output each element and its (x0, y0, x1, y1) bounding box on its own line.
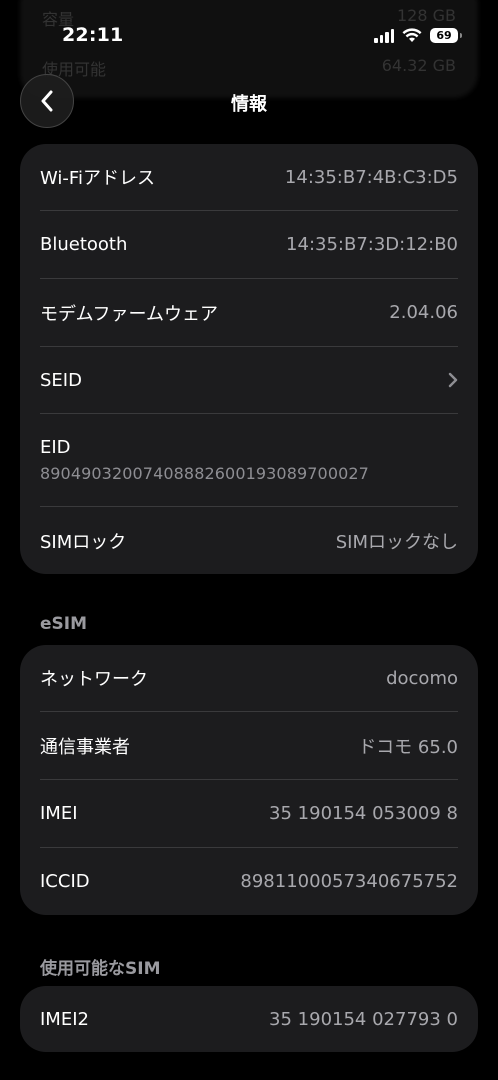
iccid-row: ICCID 8981100057340675752 (40, 848, 458, 915)
imei-row: IMEI 35 190154 053009 8 (40, 780, 458, 848)
sim-lock-row: SIMロック SIMロックなし (40, 507, 458, 574)
imei2-row: IMEI2 35 190154 027793 0 (40, 986, 458, 1052)
bluetooth-row: Bluetooth 14:35:B7:3D:12:B0 (40, 211, 458, 279)
available-sim-card: IMEI2 35 190154 027793 0 (20, 986, 478, 1052)
navigation-bar: 情報 (0, 74, 498, 134)
row-label: モデムファームウェア (40, 303, 219, 325)
row-label: SIMロック (40, 531, 127, 553)
row-label: IMEI2 (40, 1008, 89, 1030)
row-label: 通信事業者 (40, 736, 130, 758)
row-label: ICCID (40, 871, 90, 892)
row-value: 14:35:B7:4B:C3:D5 (284, 166, 458, 188)
modem-firmware-row: モデムファームウェア 2.04.06 (40, 279, 458, 347)
status-bar: 22:11 69 (0, 0, 498, 72)
chevron-right-icon (448, 372, 458, 388)
row-value: SIMロックなし (335, 531, 458, 553)
info-card: Wi-Fiアドレス 14:35:B7:4B:C3:D5 Bluetooth 14… (20, 144, 478, 574)
row-value: 14:35:B7:3D:12:B0 (286, 234, 458, 255)
status-time: 22:11 (62, 24, 124, 46)
row-label: ネットワーク (40, 669, 148, 690)
battery-icon: 69 (430, 27, 462, 43)
page-title: 情報 (231, 94, 267, 115)
status-icons: 69 (374, 27, 462, 43)
carrier-row: 通信事業者 ドコモ 65.0 (40, 712, 458, 780)
eid-row: EID 89049032007408882600193089700027 (40, 414, 458, 507)
section-header-available-sim: 使用可能なSIM (40, 959, 161, 979)
row-value: 35 190154 053009 8 (269, 803, 458, 824)
row-value: 8981100057340675752 (240, 871, 458, 892)
row-value: 2.04.06 (389, 302, 458, 323)
wifi-icon (402, 27, 422, 42)
row-label: EID (40, 437, 71, 458)
eid-value: 89049032007408882600193089700027 (40, 464, 369, 483)
row-label: IMEI (40, 803, 78, 824)
row-label: SEID (40, 369, 82, 391)
network-row: ネットワーク docomo (40, 645, 458, 712)
row-value: docomo (386, 667, 458, 689)
battery-level: 69 (436, 28, 452, 42)
wifi-address-row: Wi-Fiアドレス 14:35:B7:4B:C3:D5 (40, 144, 458, 211)
row-value: ドコモ 65.0 (358, 736, 458, 758)
seid-row[interactable]: SEID (40, 347, 458, 414)
row-value: 35 190154 027793 0 (269, 1008, 458, 1030)
esim-card: ネットワーク docomo 通信事業者 ドコモ 65.0 IMEI 35 190… (20, 645, 478, 915)
row-label: Bluetooth (40, 234, 128, 255)
cellular-signal-icon (374, 27, 394, 43)
section-header-esim: eSIM (40, 614, 88, 634)
row-label: Wi-Fiアドレス (40, 168, 155, 189)
